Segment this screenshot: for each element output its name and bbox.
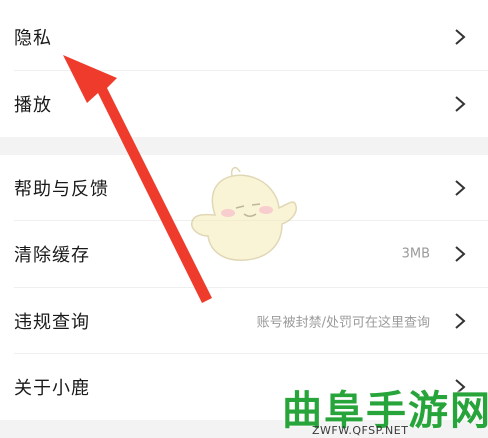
chick-mascot	[191, 166, 297, 261]
red-arrow	[63, 55, 212, 303]
watermark-url: ZWFW.QFSP.NET	[312, 424, 409, 437]
annotation-overlay	[63, 55, 297, 303]
